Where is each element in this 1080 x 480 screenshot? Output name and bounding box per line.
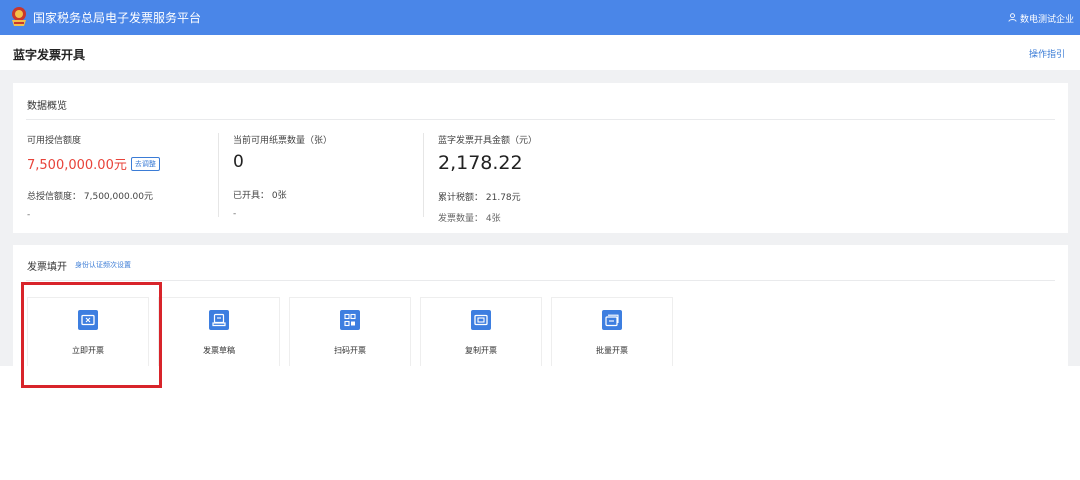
credit-stat: 可用授信额度 7,500,000.00元 去调整 总授信额度： 7,500,00… xyxy=(27,133,227,220)
app-title: 国家税务总局电子发票服务平台 xyxy=(33,11,202,25)
tax-label: 累计税额： xyxy=(438,193,484,203)
auth-frequency-link[interactable]: 身份认证频次设置 xyxy=(75,260,131,270)
qr-code-icon xyxy=(340,310,360,330)
credit-extra: - xyxy=(27,210,31,220)
operation-guide-link[interactable]: 操作指引 xyxy=(1029,47,1065,60)
tile-invoice-draft[interactable]: 发票草稿 xyxy=(158,297,280,366)
user-icon xyxy=(1008,12,1017,25)
tax-value: 21.78元 xyxy=(485,193,521,203)
total-credit-value: 7,500,000.00元 xyxy=(83,192,154,202)
tile-scan-issue[interactable]: 扫码开票 xyxy=(289,297,411,366)
page-header xyxy=(0,35,1080,70)
credit-value: 7,500,000.00元 xyxy=(27,158,127,173)
tile-label: 批量开票 xyxy=(596,346,628,355)
user-name: 数电测试企业 xyxy=(1019,15,1074,25)
adjust-credit-button[interactable]: 去调整 xyxy=(130,156,160,171)
tile-copy-issue[interactable]: 复制开票 xyxy=(420,297,542,366)
tax-bureau-emblem-icon xyxy=(9,6,29,28)
app-root: 国家税务总局电子发票服务平台 数电测试企业 蓝字发票开具 操作指引 数据概览 可… xyxy=(0,0,1080,480)
amount-label: 蓝字发票开具金额（元） xyxy=(438,136,538,146)
tile-label: 复制开票 xyxy=(465,346,497,355)
divider xyxy=(26,280,1055,281)
credit-value-row: 7,500,000.00元 去调整 xyxy=(27,154,227,173)
highlight-box xyxy=(21,282,162,388)
paper-label: 当前可用纸票数量（张） xyxy=(233,136,333,146)
invoice-fill-title: 发票填开 xyxy=(27,262,67,273)
total-credit-row: 总授信额度： 7,500,000.00元 xyxy=(27,189,227,202)
count-value: 4张 xyxy=(485,214,501,224)
paper-issued-row: 已开具： 0张 xyxy=(233,188,433,201)
total-credit-label: 总授信额度： xyxy=(27,192,82,202)
tile-batch-issue[interactable]: 批量开票 xyxy=(551,297,673,366)
data-overview-card: 数据概览 可用授信额度 7,500,000.00元 去调整 总授信额度： 7,5… xyxy=(13,83,1068,233)
draft-icon xyxy=(209,310,229,330)
count-label: 发票数量： xyxy=(438,214,484,224)
column-divider xyxy=(218,133,219,217)
amount-stat: 蓝字发票开具金额（元） 2,178.22 累计税额： 21.78元 发票数量： … xyxy=(438,133,698,224)
page-title: 蓝字发票开具 xyxy=(13,48,86,62)
tax-row: 累计税额： 21.78元 xyxy=(438,190,698,203)
data-overview-title: 数据概览 xyxy=(27,101,67,112)
count-row: 发票数量： 4张 xyxy=(438,211,698,224)
copy-invoice-icon xyxy=(471,310,491,330)
paper-issued-value: 0张 xyxy=(271,191,287,201)
paper-extra: - xyxy=(233,209,237,219)
paper-stat: 当前可用纸票数量（张） 0 已开具： 0张 - xyxy=(233,133,433,219)
divider xyxy=(26,119,1055,120)
tile-label: 发票草稿 xyxy=(203,346,235,355)
column-divider xyxy=(423,133,424,217)
user-menu[interactable]: 数电测试企业 xyxy=(1008,12,1074,25)
amount-value: 2,178.22 xyxy=(438,152,523,174)
credit-label: 可用授信额度 xyxy=(27,136,82,146)
paper-value: 0 xyxy=(233,152,244,172)
batch-invoice-icon xyxy=(602,310,622,330)
top-bar: 国家税务总局电子发票服务平台 数电测试企业 xyxy=(0,0,1080,35)
tile-label: 扫码开票 xyxy=(334,346,366,355)
paper-issued-label: 已开具： xyxy=(233,191,270,201)
